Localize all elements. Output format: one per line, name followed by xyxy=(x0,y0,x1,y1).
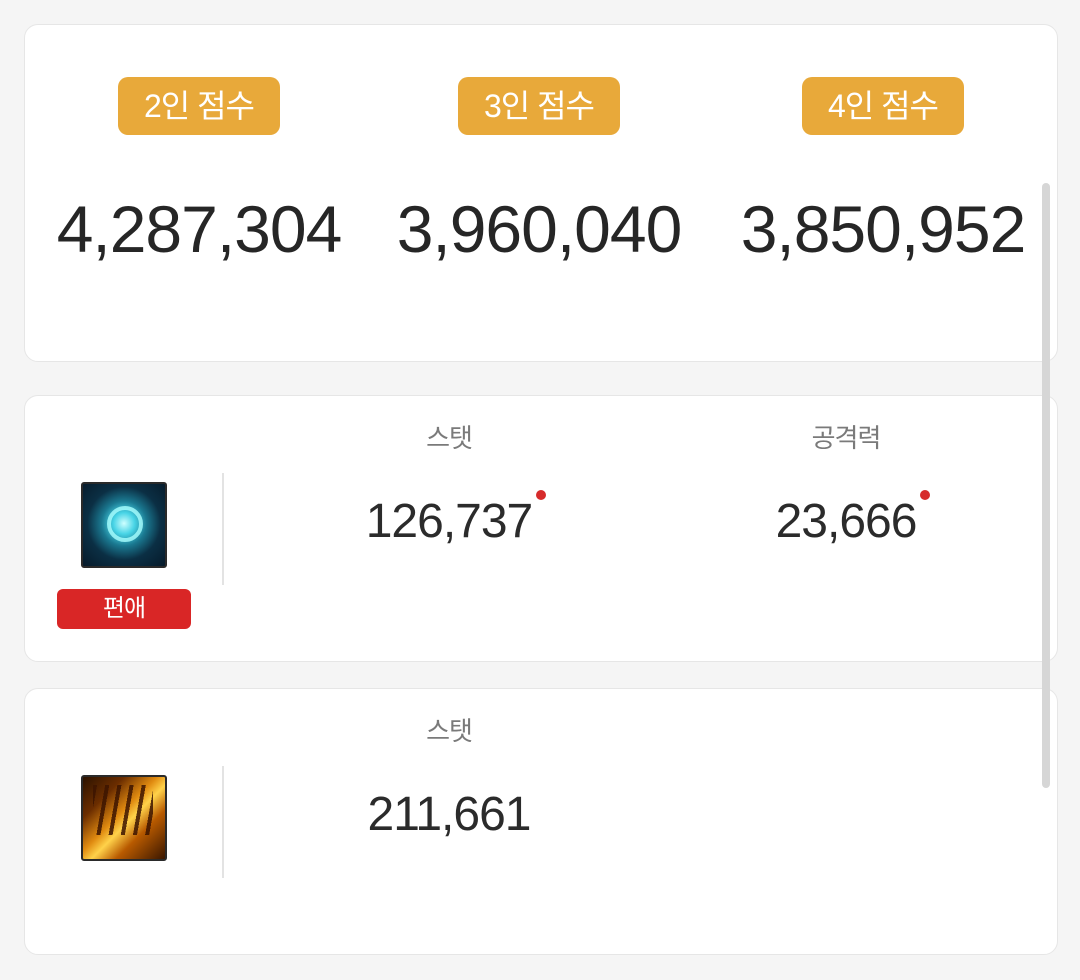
scrollbar[interactable] xyxy=(1042,183,1050,788)
attack-value-row: 23,666 xyxy=(706,490,986,549)
fire-buff-icon[interactable] xyxy=(81,775,167,861)
stat-column: 스탯 211,661 xyxy=(309,689,589,954)
buff-icon-column xyxy=(25,689,167,954)
stat-value: 211,661 xyxy=(367,788,532,841)
attack-column: 공격력 23,666 xyxy=(706,396,986,661)
change-dot-icon xyxy=(536,490,547,500)
stat-label: 스탯 xyxy=(426,716,473,746)
change-dot-icon xyxy=(920,490,931,500)
score-badge-3p: 3인 점수 xyxy=(458,77,620,135)
score-value-2p: 4,287,304 xyxy=(56,192,343,266)
stat-value-row: 126,737 xyxy=(309,490,589,549)
score-3p: 3인 점수 3,960,040 xyxy=(369,25,709,361)
rose-buff-icon[interactable] xyxy=(81,482,167,568)
score-2p: 2인 점수 4,287,304 xyxy=(29,25,369,361)
divider xyxy=(222,473,224,585)
buff-icon-column: 편애 xyxy=(25,396,191,661)
stat-label: 스탯 xyxy=(426,423,473,453)
score-badge-2p: 2인 점수 xyxy=(118,77,280,135)
score-value-4p: 3,850,952 xyxy=(740,192,1027,266)
stat-column: 스탯 126,737 xyxy=(309,396,589,661)
buff-card[interactable]: 스탯 211,661 xyxy=(24,688,1058,955)
score-4p: 4인 점수 3,850,952 xyxy=(713,25,1053,361)
attack-label: 공격력 xyxy=(811,423,882,453)
buff-card[interactable]: 편애 스탯 126,737 공격력 23,666 xyxy=(24,395,1058,662)
score-badge-4p: 4인 점수 xyxy=(802,77,964,135)
attack-value: 23,666 xyxy=(775,495,918,548)
score-value-3p: 3,960,040 xyxy=(396,192,683,266)
stat-value: 126,737 xyxy=(365,495,534,548)
divider xyxy=(222,766,224,878)
score-card: 2인 점수 4,287,304 3인 점수 3,960,040 4인 점수 3,… xyxy=(24,24,1058,362)
favorite-tag: 편애 xyxy=(57,589,191,629)
